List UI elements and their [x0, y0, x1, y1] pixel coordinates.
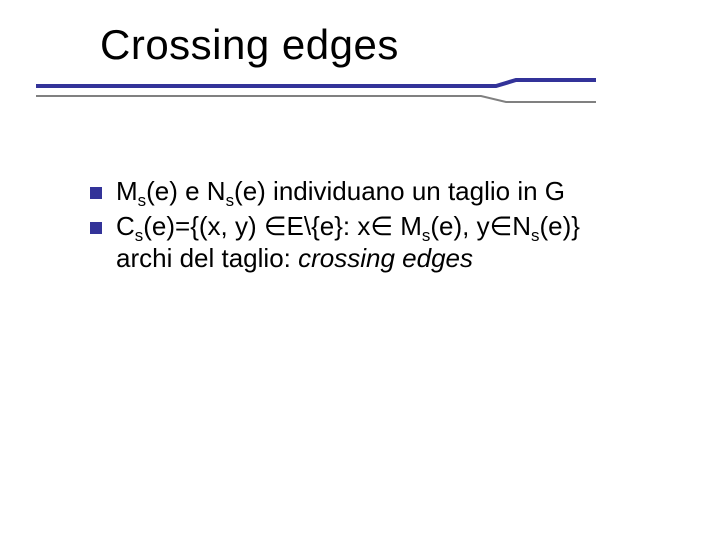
- sub: s: [138, 191, 146, 210]
- sub: s: [226, 191, 234, 210]
- txt: M: [116, 176, 138, 206]
- bullet-icon: [90, 222, 102, 234]
- txt: archi del taglio:: [116, 243, 298, 273]
- txt: (e) e N: [146, 176, 225, 206]
- slide: Crossing edges Ms(e) e Ns(e) individuano…: [0, 0, 720, 540]
- bullet-2-text: Cs(e)={(x, y) ∈E\{e}: x∈ Ms(e), y∈Ns(e)}…: [116, 210, 580, 275]
- list-item: Ms(e) e Ns(e) individuano un taglio in G: [90, 175, 650, 208]
- slide-title: Crossing edges: [100, 22, 399, 68]
- txt: (e)={(x, y) ∈E\{e}: x∈ M: [143, 211, 422, 241]
- txt: C: [116, 211, 135, 241]
- list-item: Cs(e)={(x, y) ∈E\{e}: x∈ Ms(e), y∈Ns(e)}…: [90, 210, 650, 275]
- title-underline: [36, 76, 596, 104]
- txt: (e)}: [539, 211, 579, 241]
- emphasis: crossing edges: [298, 243, 473, 273]
- txt: (e), y∈N: [430, 211, 531, 241]
- bullet-1-text: Ms(e) e Ns(e) individuano un taglio in G: [116, 175, 565, 208]
- sub: s: [135, 226, 143, 245]
- txt: (e) individuano un taglio in G: [234, 176, 565, 206]
- body-content: Ms(e) e Ns(e) individuano un taglio in G…: [90, 175, 650, 277]
- title-block: Crossing edges: [100, 22, 399, 68]
- bullet-icon: [90, 187, 102, 199]
